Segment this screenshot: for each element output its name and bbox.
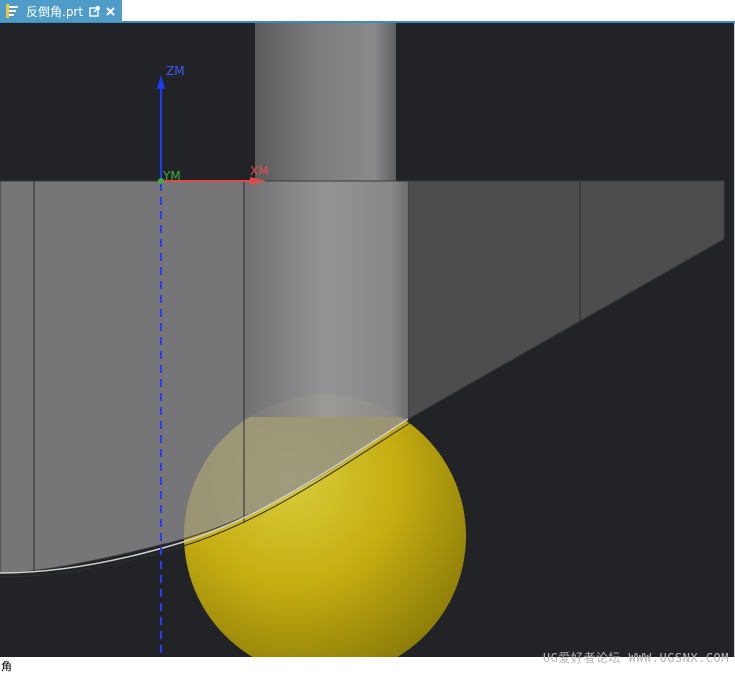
y-axis-label: YM xyxy=(162,169,181,183)
graphics-viewport[interactable]: ZM YM XM xyxy=(0,23,735,657)
model-view: ZM YM XM xyxy=(0,23,725,657)
z-axis-arrow xyxy=(157,75,165,89)
z-axis-label: ZM xyxy=(166,64,185,78)
tool-shaft xyxy=(255,23,396,181)
status-bar: 角 UG爱好者论坛 WWW.UGSNX.COM xyxy=(0,651,735,673)
watermark: UG爱好者论坛 WWW.UGSNX.COM xyxy=(542,651,729,665)
tab-label: 反倒角.prt xyxy=(26,4,84,19)
x-axis-label: XM xyxy=(250,164,269,178)
popout-icon[interactable] xyxy=(89,5,100,17)
tab-fandaojiao-prt[interactable]: 反倒角.prt xyxy=(0,0,122,22)
document-tab-bar: 反倒角.prt xyxy=(0,0,735,23)
status-text: 角 xyxy=(1,660,12,673)
tool-neck xyxy=(245,181,408,417)
close-icon[interactable] xyxy=(105,6,116,17)
housing-right-face xyxy=(407,180,725,420)
part-file-icon xyxy=(6,4,18,18)
